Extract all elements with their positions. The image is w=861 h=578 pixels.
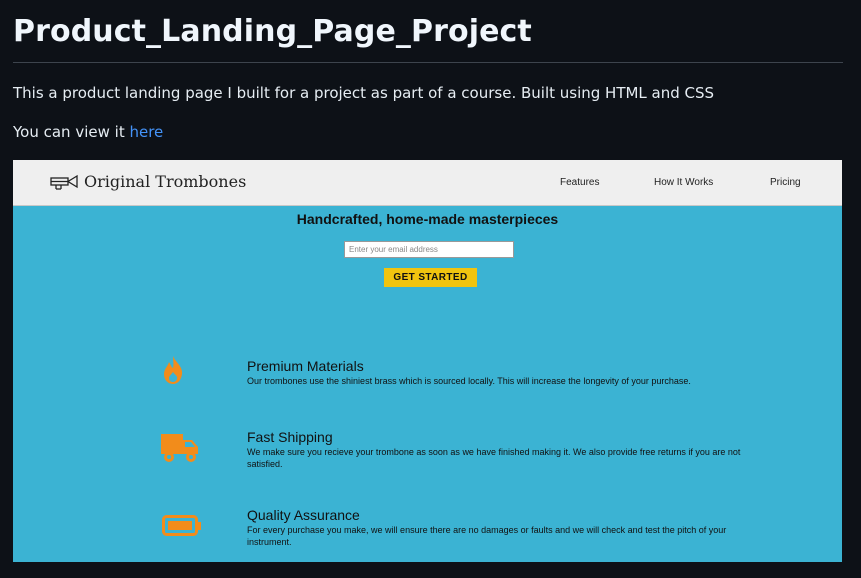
email-input[interactable] xyxy=(344,241,514,258)
readme-description: This a product landing page I built for … xyxy=(13,84,715,102)
get-started-button[interactable]: GET STARTED xyxy=(384,268,477,287)
preview-navbar: Original Trombones Features How It Works… xyxy=(13,160,842,206)
preview-screenshot: Original Trombones Features How It Works… xyxy=(13,160,842,562)
truck-icon xyxy=(161,434,198,462)
title-divider xyxy=(13,62,843,63)
feature-title: Fast Shipping xyxy=(247,429,333,445)
feature-description: Our trombones use the shiniest brass whi… xyxy=(247,376,691,386)
nav-pricing[interactable]: Pricing xyxy=(770,177,801,188)
trombone-icon xyxy=(50,174,78,190)
brand-name: Original Trombones xyxy=(84,172,247,191)
nav-how-it-works[interactable]: How It Works xyxy=(654,177,713,188)
feature-description: For every purchase you make, we will ens… xyxy=(247,525,727,547)
battery-icon xyxy=(162,515,201,536)
feature-description: We make sure you recieve your trombone a… xyxy=(247,447,741,469)
readme: Product_Landing_Page_Project This a prod… xyxy=(0,0,861,578)
view-prefix: You can view it xyxy=(13,123,130,141)
hero-title: Handcrafted, home-made masterpieces xyxy=(296,211,559,227)
brand-logo[interactable]: Original Trombones xyxy=(50,172,246,191)
feature-title: Premium Materials xyxy=(247,358,364,374)
view-paragraph: You can view it here xyxy=(13,123,163,141)
readme-title: Product_Landing_Page_Project xyxy=(13,14,532,49)
view-link[interactable]: here xyxy=(129,123,163,141)
fire-icon xyxy=(164,356,183,384)
nav-features[interactable]: Features xyxy=(560,177,599,188)
feature-title: Quality Assurance xyxy=(247,507,360,523)
